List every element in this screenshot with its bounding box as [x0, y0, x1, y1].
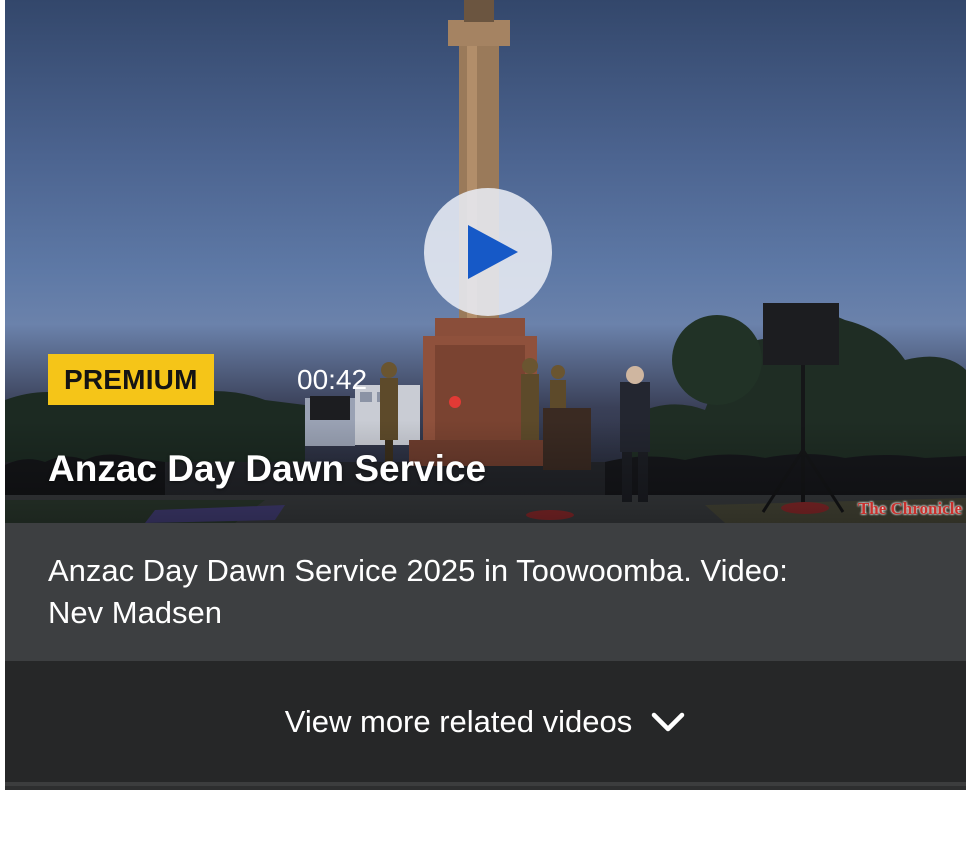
video-caption: Anzac Day Dawn Service 2025 in Toowoomba… — [48, 553, 788, 630]
play-button[interactable] — [424, 188, 552, 316]
chevron-down-icon — [650, 710, 686, 734]
channel-watermark: The Chronicle — [857, 499, 962, 518]
premium-badge: PREMIUM — [48, 354, 214, 405]
play-icon — [468, 225, 518, 279]
video-title[interactable]: Anzac Day Dawn Service — [48, 446, 486, 492]
view-more-label: View more related videos — [284, 703, 633, 739]
view-more-related-videos-button[interactable]: View more related videos — [5, 661, 966, 786]
video-card: PREMIUM 00:42 Anzac Day Dawn Service The… — [5, 0, 966, 790]
caption-box: Anzac Day Dawn Service 2025 in Toowoomba… — [5, 523, 966, 661]
video-duration: 00:42 — [297, 364, 368, 395]
video-player[interactable]: PREMIUM 00:42 Anzac Day Dawn Service The… — [5, 0, 966, 523]
